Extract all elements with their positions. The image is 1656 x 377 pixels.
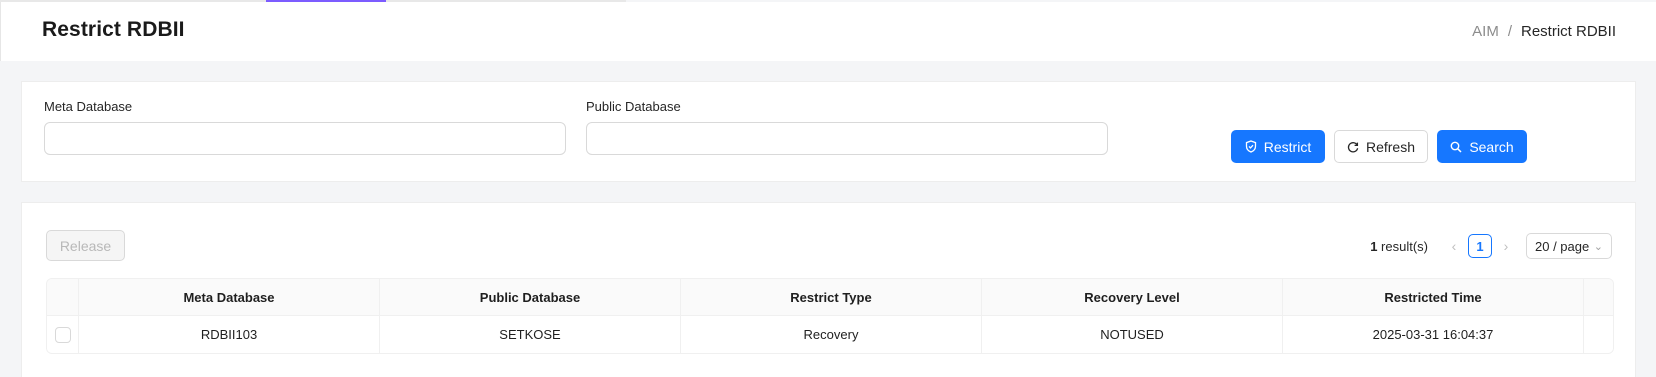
table-cell: NOTUSED [982,316,1283,353]
shield-icon [1245,140,1257,153]
page-title: Restrict RDBII [42,18,185,41]
column-header: Restricted Time [1283,279,1584,315]
column-header: Recovery Level [982,279,1283,315]
breadcrumb-item-aim[interactable]: AIM [1472,23,1499,40]
refresh-icon [1347,141,1359,153]
next-page-icon[interactable]: › [1496,238,1516,254]
table-cell: RDBII103 [79,316,380,353]
result-count-suffix: result(s) [1377,238,1428,254]
results-panel: Release 1 result(s) ‹ 1 › 20 / page ⌄ Me… [21,202,1636,377]
table-cell: Recovery [681,316,982,353]
refresh-button[interactable]: Refresh [1334,130,1428,163]
row-checkbox[interactable] [54,326,71,343]
header-end-cell [1584,279,1612,315]
chevron-down-icon: ⌄ [1593,240,1603,253]
table-header-row: Meta Database Public Database Restrict T… [47,279,1613,316]
search-icon [1450,141,1462,153]
results-table: Meta Database Public Database Restrict T… [46,278,1614,354]
search-label: Search [1469,138,1514,155]
restrict-label: Restrict [1263,138,1312,155]
refresh-label: Refresh [1365,138,1416,155]
public-database-label: Public Database [586,99,681,114]
release-button[interactable]: Release [46,230,125,261]
meta-database-label: Meta Database [44,99,133,114]
restrict-button[interactable]: Restrict [1231,130,1325,163]
breadcrumb-item-current: Restrict RDBII [1520,23,1616,40]
row-end-cell [1584,316,1612,353]
meta-database-input[interactable] [44,122,566,155]
column-header: Public Database [380,279,681,315]
result-count: 1 result(s) [1370,239,1428,254]
page-size-select[interactable]: 20 / page ⌄ [1526,233,1612,259]
table-cell: 2025-03-31 16:04:37 [1283,316,1584,353]
table-cell: SETKOSE [380,316,681,353]
page-number-current[interactable]: 1 [1468,234,1492,258]
breadcrumb: AIM / Restrict RDBII [1472,23,1616,40]
column-header: Restrict Type [681,279,982,315]
filter-panel: Meta Database Public Database Restrict R… [21,81,1636,182]
page-header: Restrict RDBII AIM / Restrict RDBII [0,2,1656,61]
header-select-cell [47,279,79,315]
pagination: 1 result(s) ‹ 1 › 20 / page ⌄ [1370,233,1612,259]
public-database-input[interactable] [586,122,1108,155]
search-button[interactable]: Search [1437,130,1527,163]
row-select-cell [47,316,79,353]
column-header: Meta Database [79,279,380,315]
page-size-value: 20 / page [1535,238,1590,254]
breadcrumb-separator: / [1507,23,1512,40]
table-row[interactable]: RDBII103 SETKOSE Recovery NOTUSED 2025-0… [47,316,1613,353]
prev-page-icon[interactable]: ‹ [1444,238,1464,254]
